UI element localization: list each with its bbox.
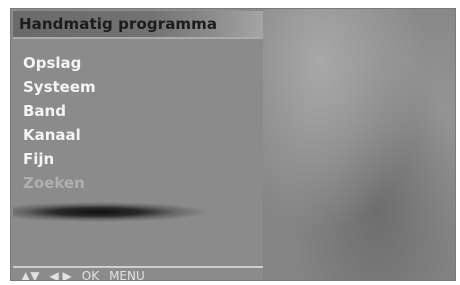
ok-hint: OK — [81, 269, 100, 281]
left-right-arrows-icon: ◀ ▶ — [49, 269, 72, 281]
video-background — [263, 9, 455, 280]
menu-title: Handmatig programma — [19, 15, 218, 33]
navigation-hints: ▲▼ ◀ ▶ OK MENU — [21, 269, 145, 281]
footer-divider — [13, 266, 263, 268]
menu-item-zoeken[interactable]: Zoeken — [23, 171, 96, 195]
menu-title-bar: Handmatig programma — [13, 11, 263, 39]
menu-item-kanaal[interactable]: Kanaal — [23, 123, 96, 147]
selection-highlight-bar — [13, 199, 263, 225]
up-down-arrows-icon: ▲▼ — [21, 269, 40, 281]
menu-item-systeem[interactable]: Systeem — [23, 75, 96, 99]
menu-item-fijn[interactable]: Fijn — [23, 147, 96, 171]
tv-screen: Handmatig programma Opslag Systeem Band … — [10, 8, 456, 281]
menu-items: Opslag Systeem Band Kanaal Fijn Zoeken — [23, 51, 96, 195]
menu-item-band[interactable]: Band — [23, 99, 96, 123]
osd-menu-panel: Handmatig programma Opslag Systeem Band … — [13, 11, 263, 281]
menu-hint: MENU — [109, 269, 145, 281]
menu-item-opslag[interactable]: Opslag — [23, 51, 96, 75]
